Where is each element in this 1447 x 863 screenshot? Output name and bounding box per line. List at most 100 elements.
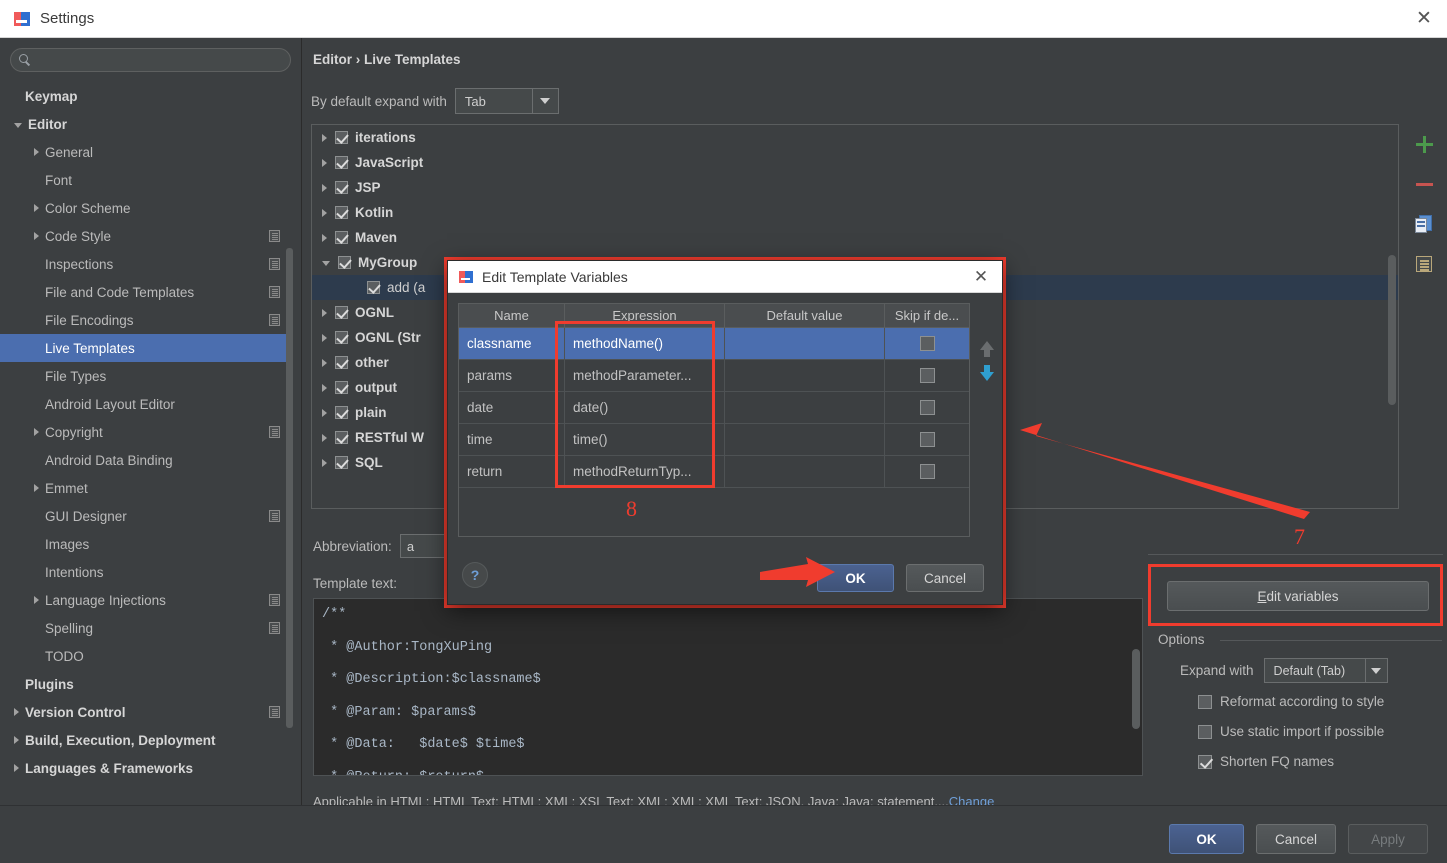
settings-scope-icon[interactable] bbox=[269, 286, 280, 298]
variables-column-header[interactable]: Name bbox=[459, 304, 565, 327]
chevron-right-icon[interactable] bbox=[322, 183, 327, 192]
dialog-help-button[interactable]: ? bbox=[462, 562, 488, 588]
sidebar-item-general[interactable]: General bbox=[0, 138, 288, 166]
default-expand-select[interactable]: Tab bbox=[454, 88, 559, 114]
chevron-right-icon[interactable] bbox=[322, 133, 327, 142]
sidebar-scrollbar[interactable] bbox=[286, 38, 293, 761]
variable-skip-cell[interactable] bbox=[885, 392, 969, 423]
close-icon[interactable]: ✕ bbox=[970, 266, 992, 288]
sidebar-item-font[interactable]: Font bbox=[0, 166, 288, 194]
sidebar-item-file-encodings[interactable]: File Encodings bbox=[0, 306, 288, 334]
chevron-right-icon[interactable] bbox=[322, 458, 327, 467]
sidebar-item-live-templates[interactable]: Live Templates bbox=[0, 334, 288, 362]
option-row[interactable]: Shorten FQ names bbox=[1198, 754, 1334, 769]
copy-icon[interactable] bbox=[1403, 204, 1445, 244]
option-row[interactable]: Reformat according to style bbox=[1198, 694, 1384, 709]
template-group-row[interactable]: JSP bbox=[312, 175, 1398, 200]
sidebar-item-version-control[interactable]: Version Control bbox=[0, 698, 288, 726]
sidebar-item-intentions[interactable]: Intentions bbox=[0, 558, 288, 586]
sidebar-item-keymap[interactable]: Keymap bbox=[0, 82, 288, 110]
variable-default-value-cell[interactable] bbox=[725, 360, 885, 391]
template-group-checkbox[interactable] bbox=[335, 206, 348, 219]
sidebar-item-plugins[interactable]: Plugins bbox=[0, 670, 288, 698]
chevron-right-icon[interactable] bbox=[34, 148, 39, 156]
variable-expression-cell[interactable]: time() bbox=[565, 424, 725, 455]
sidebar-item-file-and-code-templates[interactable]: File and Code Templates bbox=[0, 278, 288, 306]
settings-scope-icon[interactable] bbox=[269, 314, 280, 326]
variable-default-value-cell[interactable] bbox=[725, 456, 885, 487]
expand-with-select[interactable]: Default (Tab) bbox=[1263, 658, 1388, 683]
template-group-row[interactable]: JavaScript bbox=[312, 150, 1398, 175]
chevron-right-icon[interactable] bbox=[14, 764, 19, 772]
chevron-right-icon[interactable] bbox=[322, 383, 327, 392]
template-group-checkbox[interactable] bbox=[367, 281, 380, 294]
chevron-right-icon[interactable] bbox=[322, 358, 327, 367]
sidebar-item-android-data-binding[interactable]: Android Data Binding bbox=[0, 446, 288, 474]
template-group-row[interactable]: iterations bbox=[312, 125, 1398, 150]
table-row[interactable]: time time() bbox=[459, 424, 969, 456]
skip-if-defined-checkbox[interactable] bbox=[919, 432, 935, 447]
chevron-right-icon[interactable] bbox=[14, 736, 19, 744]
template-group-checkbox[interactable] bbox=[338, 256, 351, 269]
chevron-right-icon[interactable] bbox=[322, 208, 327, 217]
chevron-right-icon[interactable] bbox=[322, 158, 327, 167]
variable-name-cell[interactable]: date bbox=[459, 392, 565, 423]
sidebar-item-languages-frameworks[interactable]: Languages & Frameworks bbox=[0, 754, 288, 782]
template-group-checkbox[interactable] bbox=[335, 356, 348, 369]
chevron-right-icon[interactable] bbox=[322, 233, 327, 242]
template-group-checkbox[interactable] bbox=[335, 331, 348, 344]
template-group-checkbox[interactable] bbox=[335, 381, 348, 394]
variable-name-cell[interactable]: classname bbox=[459, 328, 565, 359]
variable-expression-cell[interactable]: methodReturnTyp... bbox=[565, 456, 725, 487]
sidebar-item-spelling[interactable]: Spelling bbox=[0, 614, 288, 642]
option-checkbox[interactable] bbox=[1198, 694, 1212, 709]
variables-column-header[interactable]: Default value bbox=[725, 304, 885, 327]
chevron-right-icon[interactable] bbox=[34, 232, 39, 240]
variable-skip-cell[interactable] bbox=[885, 424, 969, 455]
skip-if-defined-checkbox[interactable] bbox=[919, 336, 935, 351]
sidebar-item-todo[interactable]: TODO bbox=[0, 642, 288, 670]
sidebar-item-android-layout-editor[interactable]: Android Layout Editor bbox=[0, 390, 288, 418]
variables-column-header[interactable]: Expression bbox=[565, 304, 725, 327]
ok-button[interactable]: OK bbox=[1169, 824, 1244, 854]
sidebar-item-editor[interactable]: Editor bbox=[0, 110, 288, 138]
settings-scope-icon[interactable] bbox=[269, 426, 280, 438]
variable-default-value-cell[interactable] bbox=[725, 328, 885, 359]
template-group-row[interactable]: Maven bbox=[312, 225, 1398, 250]
table-row[interactable]: params methodParameter... bbox=[459, 360, 969, 392]
edit-variables-button[interactable]: Edit variables bbox=[1167, 581, 1429, 611]
chevron-down-icon[interactable] bbox=[322, 261, 330, 266]
chevron-right-icon[interactable] bbox=[322, 433, 327, 442]
chevron-right-icon[interactable] bbox=[322, 308, 327, 317]
template-group-checkbox[interactable] bbox=[335, 456, 348, 469]
variable-skip-cell[interactable] bbox=[885, 360, 969, 391]
variable-default-value-cell[interactable] bbox=[725, 392, 885, 423]
chevron-down-icon[interactable] bbox=[1364, 659, 1387, 682]
duplicate-icon[interactable] bbox=[1403, 244, 1445, 284]
add-icon[interactable] bbox=[1403, 124, 1445, 164]
option-checkbox[interactable] bbox=[1198, 724, 1212, 739]
option-row[interactable]: Use static import if possible bbox=[1198, 724, 1384, 739]
template-text-editor[interactable]: /** * @Author:TongXuPing * @Description:… bbox=[313, 598, 1143, 776]
sidebar-scrollbar-thumb[interactable] bbox=[286, 248, 293, 728]
chevron-down-icon[interactable] bbox=[14, 122, 22, 128]
code-scrollbar-thumb[interactable] bbox=[1132, 649, 1140, 729]
settings-scope-icon[interactable] bbox=[269, 594, 280, 606]
dialog-cancel-button[interactable]: Cancel bbox=[906, 564, 984, 592]
table-row[interactable]: classname methodName() bbox=[459, 328, 969, 360]
sidebar-item-images[interactable]: Images bbox=[0, 530, 288, 558]
variable-default-value-cell[interactable] bbox=[725, 424, 885, 455]
sidebar-item-gui-designer[interactable]: GUI Designer bbox=[0, 502, 288, 530]
sidebar-item-language-injections[interactable]: Language Injections bbox=[0, 586, 288, 614]
search-input[interactable] bbox=[38, 53, 263, 67]
skip-if-defined-checkbox[interactable] bbox=[919, 464, 935, 479]
dialog-ok-button[interactable]: OK bbox=[817, 564, 894, 592]
chevron-right-icon[interactable] bbox=[34, 484, 39, 492]
chevron-right-icon[interactable] bbox=[322, 333, 327, 342]
skip-if-defined-checkbox[interactable] bbox=[919, 368, 935, 383]
template-group-checkbox[interactable] bbox=[335, 181, 348, 194]
settings-scope-icon[interactable] bbox=[269, 230, 280, 242]
template-group-row[interactable]: Kotlin bbox=[312, 200, 1398, 225]
template-group-checkbox[interactable] bbox=[335, 131, 348, 144]
sidebar-item-emmet[interactable]: Emmet bbox=[0, 474, 288, 502]
